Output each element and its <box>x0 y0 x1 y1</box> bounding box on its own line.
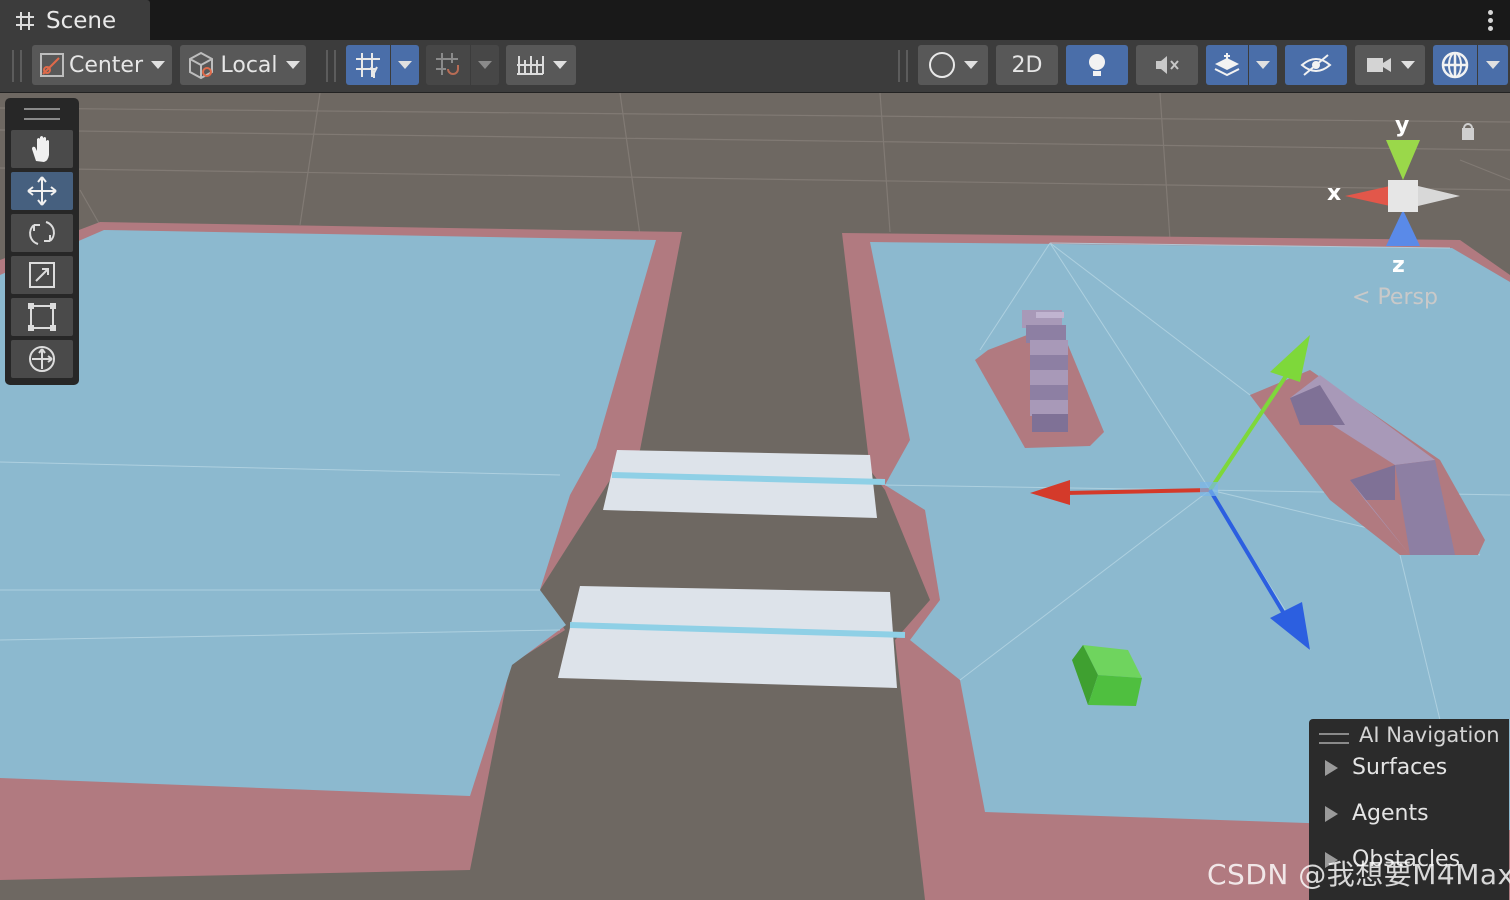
hidden-eye-icon <box>1300 54 1332 76</box>
toolbar-grip[interactable] <box>326 50 336 82</box>
move-tool-button[interactable] <box>11 172 73 210</box>
camera-settings-dropdown[interactable] <box>1355 45 1425 85</box>
tool-palette <box>5 98 79 385</box>
tab-bar: Scene <box>0 0 1510 42</box>
light-bulb-icon <box>1089 54 1105 76</box>
rotate-icon <box>29 221 55 245</box>
pivot-mode-label: Center <box>68 52 144 78</box>
chevron-down-icon <box>964 61 978 69</box>
local-cube-icon <box>189 51 214 80</box>
crosswalk-stripe-2 <box>558 586 897 688</box>
chevron-down-icon <box>553 61 567 69</box>
palette-drag-handle[interactable] <box>24 108 60 120</box>
ai-navigation-title: AI Navigation <box>1359 723 1500 747</box>
effects-toggle-button[interactable] <box>1206 45 1248 85</box>
scale-tool-button[interactable] <box>11 256 73 294</box>
toolbar-grip[interactable] <box>898 50 908 82</box>
draw-mode-dropdown[interactable] <box>918 45 988 85</box>
rect-tool-button[interactable] <box>11 298 73 336</box>
effects-dropdown[interactable] <box>1249 45 1277 85</box>
overlay-drag-handle[interactable] <box>1319 733 1349 744</box>
orientation-gizmo[interactable] <box>1345 123 1474 246</box>
chevron-left-icon: < <box>1352 285 1378 310</box>
scale-icon <box>29 262 55 288</box>
grid-icon <box>16 12 34 30</box>
incremental-snap-button[interactable] <box>426 45 470 85</box>
camera-icon <box>1367 58 1391 72</box>
ground-grid <box>0 93 1510 241</box>
audio-toggle-button[interactable] <box>1136 45 1198 85</box>
toolbar-grip[interactable] <box>12 50 22 82</box>
move-arrows-icon <box>27 176 57 206</box>
navmesh-surface-left <box>0 230 656 796</box>
rect-transform-icon <box>28 303 56 331</box>
chevron-down-icon <box>398 61 412 69</box>
pivot-center-icon <box>39 53 64 77</box>
chevron-down-icon <box>151 61 166 69</box>
lighting-toggle-button[interactable] <box>1066 45 1128 85</box>
transform-icon <box>29 346 55 372</box>
axis-x-label[interactable]: x <box>1327 181 1341 206</box>
gizmos-dropdown[interactable] <box>1478 45 1508 85</box>
grid-snap-icon <box>356 53 380 78</box>
incremental-snap-dropdown[interactable] <box>471 45 499 85</box>
layers-effects-icon <box>1214 53 1240 77</box>
hand-icon <box>32 136 49 162</box>
axis-z-label[interactable]: z <box>1392 253 1405 278</box>
scene-viewport[interactable]: y x z < Persp <box>0 93 1510 900</box>
scene-visibility-toggle[interactable] <box>1285 45 1347 85</box>
expand-arrow-icon <box>1325 805 1338 822</box>
grid-snap-dropdown[interactable] <box>391 45 419 85</box>
scene-tab-label: Scene <box>46 8 117 34</box>
ai-nav-item-label: Agents <box>1352 801 1429 826</box>
projection-toggle[interactable]: < Persp <box>1352 285 1438 310</box>
snap-magnet-icon <box>436 53 459 75</box>
axis-y-label[interactable]: y <box>1395 113 1409 138</box>
hand-tool-button[interactable] <box>11 130 73 168</box>
chevron-down-icon <box>1256 61 1270 69</box>
ai-nav-item-agents[interactable]: Agents <box>1325 801 1429 826</box>
chevron-down-icon <box>1486 61 1500 69</box>
snap-increment-dropdown[interactable] <box>506 45 576 85</box>
ai-nav-item-surfaces[interactable]: Surfaces <box>1325 755 1447 780</box>
ai-nav-item-label: Surfaces <box>1352 755 1448 780</box>
mute-audio-icon <box>1156 56 1179 74</box>
chevron-down-icon <box>478 61 492 69</box>
shaded-sphere-icon <box>929 52 955 78</box>
toggle-2d-button[interactable]: 2D <box>996 45 1058 85</box>
gizmos-globe-icon <box>1441 51 1469 79</box>
crosswalk-stripe-1 <box>603 450 877 518</box>
scene-render <box>0 93 1510 900</box>
watermark: CSDN @我想要M4Max <box>1207 858 1510 891</box>
chevron-down-icon <box>1401 61 1415 69</box>
pivot-rotation-dropdown[interactable]: Local <box>180 45 306 85</box>
toggle-2d-label: 2D <box>1011 52 1043 78</box>
scene-tab[interactable]: Scene <box>0 0 150 42</box>
expand-arrow-icon <box>1325 759 1338 776</box>
more-options-icon[interactable] <box>1488 10 1494 32</box>
grid-snap-button[interactable] <box>346 45 390 85</box>
rotate-tool-button[interactable] <box>11 214 73 252</box>
ruler-icon <box>517 56 544 75</box>
pivot-mode-dropdown[interactable]: Center <box>32 45 172 85</box>
projection-label: Persp <box>1377 285 1438 310</box>
gizmos-toggle-button[interactable] <box>1433 45 1477 85</box>
chevron-down-icon <box>285 61 300 69</box>
pivot-rotation-label: Local <box>220 52 278 78</box>
scene-toolbar: Center Local 2D <box>0 40 1510 93</box>
transform-tool-button[interactable] <box>11 340 73 378</box>
